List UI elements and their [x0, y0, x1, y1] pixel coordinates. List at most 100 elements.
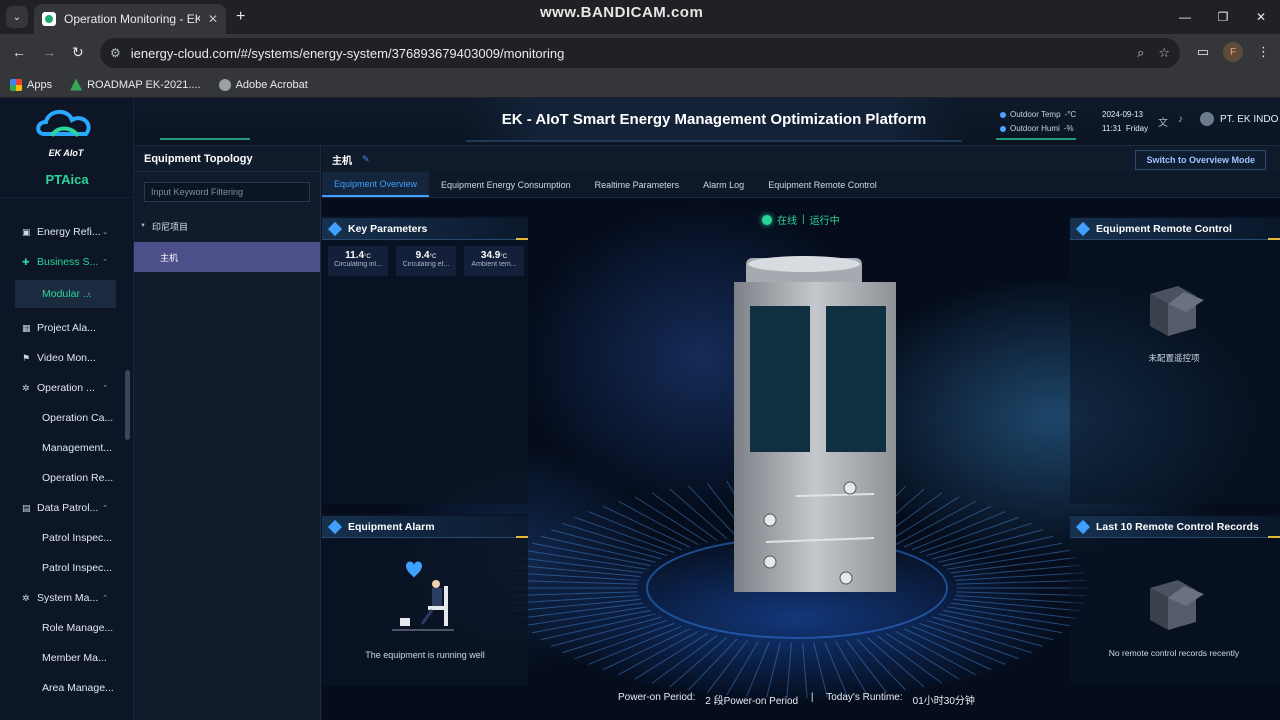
sidebar-item[interactable]: Member Ma...	[0, 644, 134, 672]
sidebar-item[interactable]: ▦ Project Ala...	[0, 314, 134, 342]
sidebar-item[interactable]: ▤ Data Patrol... ⌃	[0, 494, 134, 522]
sidebar-item[interactable]: Operation Ca...	[0, 404, 134, 432]
caret-down-icon: ▼	[140, 223, 146, 229]
close-window-icon[interactable]: ✕	[1242, 0, 1280, 34]
address-bar-row: ← → ↻ ⚙ ienergy-cloud.com/#/systems/ener…	[0, 34, 1280, 72]
omnibox[interactable]: ⚙ ienergy-cloud.com/#/systems/energy-sys…	[100, 38, 1180, 68]
runtime-summary: Power-on Period: 2 段Power-on Period | To…	[618, 692, 975, 707]
sidebar-item[interactable]: Area Manage...	[0, 674, 134, 702]
edit-icon[interactable]: ✎	[362, 154, 370, 165]
light-ray	[706, 640, 748, 693]
bookmark-roadmap[interactable]: ROADMAP EK-2021....	[70, 78, 201, 91]
bookmarks-bar: Apps ROADMAP EK-2021.... Adobe Acrobat	[0, 72, 1280, 98]
kp-unit: °C	[364, 254, 371, 260]
switch-overview-button[interactable]: Switch to Overview Mode	[1135, 150, 1266, 170]
light-ray	[562, 619, 668, 654]
light-ray	[802, 642, 808, 698]
weekday-text: Friday	[1125, 124, 1149, 133]
restore-icon[interactable]: ❐	[1204, 0, 1242, 34]
light-ray	[953, 598, 1081, 612]
back-icon[interactable]: ←	[12, 44, 26, 60]
profile-avatar[interactable]: F	[1223, 42, 1243, 62]
sidebar-item[interactable]: Operation Re...	[0, 464, 134, 492]
sidebar-item[interactable]: Patrol Inspec...	[0, 554, 134, 582]
kp-number: 34.9	[480, 250, 501, 261]
sidebar-item-label: System Ma...	[37, 592, 99, 604]
light-ray	[950, 557, 1076, 574]
sidebar-item-label: Energy Refi...	[37, 226, 101, 238]
sidebar-item[interactable]: ✚ Business S... ⌃	[0, 248, 134, 276]
key-parameter-value: 34.9°C	[464, 250, 524, 261]
main-area: 主机 ✎ Switch to Overview Mode Equipment O…	[322, 146, 1280, 720]
bookmark-star-icon[interactable]: ☆	[1158, 45, 1170, 61]
header-decoration	[996, 138, 1076, 140]
empty-box-icon	[1150, 580, 1204, 630]
chevron-icon: ⌃	[102, 385, 108, 392]
kp-unit: °C	[429, 254, 437, 260]
tree-root-node[interactable]: ▼ 印尼项目	[134, 218, 320, 234]
sidebar-item[interactable]: Management...	[0, 434, 134, 462]
sidebar-item[interactable]: Modular ... ›	[15, 280, 116, 308]
sidebar-item[interactable]: ⚑ Video Mon...	[0, 344, 134, 372]
date-time: 2024-09-13 11:31 Friday	[1102, 108, 1148, 136]
browser-tab[interactable]: Operation Monitoring - EK-AIoT ✕	[34, 4, 226, 34]
key-parameter-value: 9.4°C	[396, 250, 456, 261]
tab-alarm-log[interactable]: Alarm Log	[691, 172, 756, 197]
light-ray	[824, 641, 848, 697]
main-tabs: Equipment Overview Equipment Energy Cons…	[322, 172, 1280, 198]
tab-remote-control[interactable]: Equipment Remote Control	[756, 172, 889, 197]
new-tab-icon[interactable]: +	[236, 8, 245, 26]
heat-pump-unit-icon	[734, 256, 896, 592]
bell-icon[interactable]: ♪	[1178, 114, 1183, 129]
apps-grid-icon	[10, 78, 22, 91]
sidebar-item[interactable]: ✲ System Ma... ⌃	[0, 584, 134, 612]
close-tab-icon[interactable]: ✕	[208, 12, 218, 26]
sidebar-item[interactable]: ✲ Operation ... ⌃	[0, 374, 134, 402]
menu-icon[interactable]: ⋮	[1257, 44, 1270, 60]
sidebar-item[interactable]: ▣ Energy Refi... ⌄	[0, 218, 134, 246]
diamond-icon	[1075, 221, 1091, 236]
sidebar: EK AIoT PTAica ▣ Energy Refi... ⌄ ✚ Business…	[0, 98, 134, 720]
sidebar-item[interactable]: Role Manage...	[0, 614, 134, 642]
project-name[interactable]: PTAica	[0, 162, 134, 198]
light-ray	[518, 602, 644, 619]
site-info-icon[interactable]: ⚙	[110, 46, 121, 60]
zoom-icon[interactable]: ⌕	[1137, 45, 1144, 61]
minimize-icon[interactable]: —	[1166, 0, 1204, 34]
sidebar-item-icon: ▤	[22, 502, 31, 513]
tree-child-node[interactable]: 主机	[134, 242, 320, 272]
tab-title: Operation Monitoring - EK-AIoT	[64, 12, 200, 26]
topology-search-input[interactable]: Input Keyword Filtering	[144, 182, 310, 202]
sidebar-item-icon: ⚑	[22, 352, 31, 363]
light-ray	[903, 628, 992, 671]
bookmark-apps[interactable]: Apps	[10, 78, 52, 91]
reload-icon[interactable]: ↻	[72, 44, 84, 61]
tab-realtime-parameters[interactable]: Realtime Parameters	[583, 172, 692, 197]
tab-energy-consumption[interactable]: Equipment Energy Consumption	[429, 172, 583, 197]
alarm-status-text: The equipment is running well	[365, 650, 485, 660]
url-text[interactable]: ienergy-cloud.com/#/systems/energy-syste…	[131, 46, 1123, 61]
online-dot-icon	[762, 214, 772, 225]
sidebar-scrollbar[interactable]	[125, 370, 130, 440]
remote-control-title: Equipment Remote Control	[1070, 218, 1280, 240]
device-name: 主机	[332, 155, 352, 167]
light-ray	[932, 616, 1044, 647]
sidebar-item-label: Business S...	[37, 256, 99, 268]
forward-icon[interactable]: →	[42, 44, 56, 60]
diamond-icon	[327, 519, 343, 534]
runtime-label: Today's Runtime:	[826, 692, 903, 703]
tab-equipment-overview[interactable]: Equipment Overview	[322, 172, 430, 197]
light-ray	[746, 641, 770, 697]
key-parameter-label: Circulating inl...	[334, 261, 382, 268]
bookmark-acrobat[interactable]: Adobe Acrobat	[218, 78, 308, 91]
translate-icon[interactable]: 文	[1158, 114, 1168, 129]
light-ray	[651, 635, 718, 684]
light-ray	[895, 630, 976, 676]
user-avatar-icon	[1200, 112, 1214, 126]
user-menu[interactable]: PT. EK INDO	[1200, 112, 1278, 126]
remote-records-title: Last 10 Remote Control Records	[1070, 516, 1280, 538]
tab-search-chevron-icon[interactable]: ⌄	[6, 6, 28, 28]
cast-icon[interactable]: ▭	[1197, 44, 1209, 60]
temperature-icon	[1000, 112, 1006, 118]
sidebar-item[interactable]: Patrol Inspec...	[0, 524, 134, 552]
